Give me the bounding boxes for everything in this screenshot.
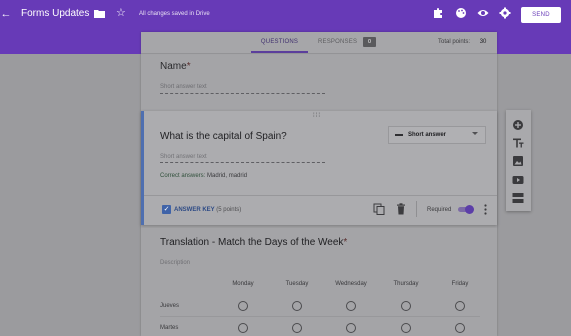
answer-key-label: ANSWER KEY xyxy=(174,207,215,213)
short-answer-placeholder: Short answer text xyxy=(160,84,207,90)
section-icon[interactable] xyxy=(512,192,524,204)
required-asterisk: * xyxy=(343,237,348,248)
answer-key-points: (5 points) xyxy=(216,207,242,213)
answer-underline xyxy=(160,162,325,163)
grid-column-header: Friday xyxy=(451,281,469,287)
grid-radio[interactable] xyxy=(346,301,356,311)
active-tab-indicator xyxy=(251,51,308,53)
grid-radio[interactable] xyxy=(455,323,465,333)
grid-row-divider xyxy=(160,316,480,317)
question-title[interactable]: Translation - Match the Days of the Week… xyxy=(160,237,347,249)
grid-radio[interactable] xyxy=(292,301,302,311)
total-points-label: Total points: xyxy=(438,39,471,45)
title-text-icon[interactable] xyxy=(512,137,524,149)
drag-handle-icon[interactable]: ⁞⁞⁞ xyxy=(313,113,321,119)
total-points-value: 30 xyxy=(479,39,487,45)
tab-responses[interactable]: RESPONSES xyxy=(318,38,357,46)
save-status: All changes saved in Drive xyxy=(139,11,210,17)
grid-radio[interactable] xyxy=(346,323,356,333)
caret-down-icon xyxy=(472,132,478,135)
description-placeholder: Description xyxy=(160,260,191,266)
trash-icon[interactable] xyxy=(396,203,406,215)
eye-icon[interactable] xyxy=(477,7,489,19)
grid-radio[interactable] xyxy=(401,301,411,311)
grid-column-header: Thursday xyxy=(393,281,419,287)
card-footer-divider xyxy=(144,195,497,196)
grid-radio[interactable] xyxy=(401,323,411,333)
puzzle-icon[interactable] xyxy=(432,7,444,19)
question-card-name[interactable] xyxy=(141,55,497,109)
palette-icon[interactable] xyxy=(455,7,467,19)
copy-icon[interactable] xyxy=(373,203,385,215)
checkbox-checked-icon[interactable]: ✓ xyxy=(162,205,171,214)
more-vert-icon[interactable] xyxy=(484,204,487,215)
short-answer-icon xyxy=(395,134,403,136)
grid-row-label: Martes xyxy=(160,325,179,331)
video-icon[interactable] xyxy=(512,174,524,186)
grid-radio[interactable] xyxy=(292,323,302,333)
add-circle-icon[interactable] xyxy=(512,119,524,131)
grid-column-header: Monday xyxy=(232,281,254,287)
required-asterisk: * xyxy=(186,61,191,72)
question-title-text: Translation - Match the Days of the Week xyxy=(160,237,344,248)
required-toggle-knob[interactable] xyxy=(465,205,474,214)
correct-answers-label: Correct answers: xyxy=(160,173,206,179)
folder-icon[interactable] xyxy=(94,8,105,19)
grid-column-header: Tuesday xyxy=(285,281,309,287)
question-title-text: Name xyxy=(160,61,187,72)
question-title[interactable]: Name* xyxy=(160,61,191,73)
grid-row-label: Jueves xyxy=(160,303,180,309)
correct-answers-values: Madrid, madrid xyxy=(207,173,248,179)
form-title[interactable]: Forms Updates xyxy=(21,8,89,20)
required-label: Required xyxy=(427,207,452,213)
grid-radio[interactable] xyxy=(238,301,248,311)
responses-count-badge: 0 xyxy=(363,37,376,47)
answer-key-button[interactable]: ANSWER KEY (5 points) xyxy=(174,206,241,214)
star-icon[interactable]: ☆ xyxy=(116,7,127,19)
short-answer-placeholder: Short answer text xyxy=(160,154,207,160)
send-button[interactable]: SEND xyxy=(521,7,561,23)
grid-radio[interactable] xyxy=(238,323,248,333)
image-icon[interactable] xyxy=(512,155,524,167)
question-type-label: Short answer xyxy=(408,132,447,138)
arrow-left-icon[interactable]: ← xyxy=(0,6,12,22)
footer-separator xyxy=(416,201,417,217)
grid-column-header: Wednesday xyxy=(335,281,367,287)
answer-underline xyxy=(160,93,325,94)
tab-questions[interactable]: QUESTIONS xyxy=(251,38,308,46)
question-title[interactable]: What is the capital of Spain? xyxy=(160,131,287,143)
gear-icon[interactable] xyxy=(499,7,511,19)
total-points: Total points: 30 xyxy=(438,38,486,46)
grid-radio[interactable] xyxy=(455,301,465,311)
correct-answers: Correct answers: Madrid, madrid xyxy=(160,172,247,180)
